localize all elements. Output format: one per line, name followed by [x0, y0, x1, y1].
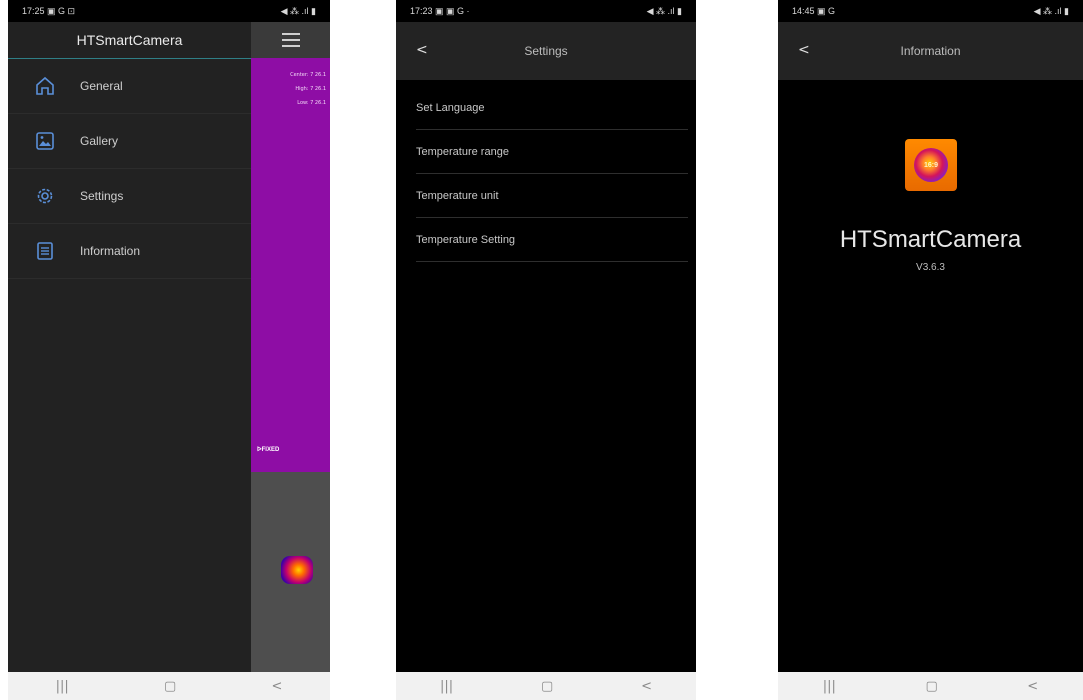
- settings-item-temperature-setting[interactable]: Temperature Setting: [416, 218, 688, 262]
- status-notification-icons: ▣ G ⊡: [47, 5, 76, 16]
- drawer-item-label: Settings: [80, 189, 124, 203]
- home-button[interactable]: ▢: [925, 679, 937, 694]
- back-button[interactable]: <: [641, 679, 652, 694]
- back-button[interactable]: <: [271, 679, 282, 694]
- drawer-item-information[interactable]: Information: [8, 224, 251, 279]
- status-time: 17:23: [410, 5, 433, 16]
- phone-information-screen: 14:45 ▣ G ◀ ⁂ .ıl ▮ < Information 16:9 H…: [778, 0, 1083, 700]
- page-title: Information: [900, 44, 961, 58]
- phone-drawer-screen: 17:25 ▣ G ⊡ ◀ ⁂ .ıl ▮ Center: 7 26.1 Hig…: [8, 0, 330, 700]
- recents-button[interactable]: |||: [440, 679, 453, 694]
- phone-settings-screen: 17:23 ▣ ▣ G · ◀ ⁂ .ıl ▮ < Settings Set L…: [396, 0, 696, 700]
- drawer-title: HTSmartCamera: [8, 22, 251, 59]
- background-toolbar: [251, 22, 330, 58]
- settings-list: Set Language Temperature range Temperatu…: [416, 86, 688, 262]
- info-icon: [34, 240, 56, 262]
- status-time: 17:25: [22, 5, 45, 16]
- back-arrow-icon[interactable]: <: [798, 42, 810, 58]
- status-bar: 17:23 ▣ ▣ G · ◀ ⁂ .ıl ▮: [396, 0, 696, 22]
- recents-button[interactable]: |||: [56, 679, 69, 694]
- status-bar: 14:45 ▣ G ◀ ⁂ .ıl ▮: [778, 0, 1083, 22]
- back-arrow-icon[interactable]: <: [416, 42, 428, 58]
- settings-item-temperature-unit[interactable]: Temperature unit: [416, 174, 688, 218]
- system-nav-bar: ||| ▢ <: [8, 672, 330, 700]
- thermal-preview: Center: 7 26.1 High: 7 26.1 Low: 7 26.1 …: [251, 58, 330, 472]
- home-button[interactable]: ▢: [164, 679, 176, 694]
- system-nav-bar: ||| ▢ <: [396, 672, 696, 700]
- status-time-group: 17:25 ▣ G ⊡: [22, 6, 75, 17]
- drawer-item-settings[interactable]: Settings: [8, 169, 251, 224]
- home-icon: [34, 75, 56, 97]
- status-time-group: 17:23 ▣ ▣ G ·: [410, 6, 470, 17]
- status-time: 14:45: [792, 5, 815, 16]
- drawer-item-gallery[interactable]: Gallery: [8, 114, 251, 169]
- center-temp-readout: Center: 7 26.1: [290, 72, 326, 78]
- drawer-item-label: General: [80, 79, 123, 93]
- high-temp-readout: High: 7 26.1: [295, 86, 326, 92]
- page-title: Settings: [524, 44, 568, 58]
- background-camera-view: Center: 7 26.1 High: 7 26.1 Low: 7 26.1 …: [251, 22, 330, 672]
- settings-app-bar: < Settings: [396, 22, 696, 80]
- drawer-item-general[interactable]: General: [8, 59, 251, 114]
- navigation-drawer: HTSmartCamera General Gallery Settings I…: [8, 22, 251, 672]
- back-button[interactable]: <: [1027, 679, 1038, 694]
- information-app-bar: < Information: [778, 22, 1083, 80]
- camera-lens-icon: 16:9: [914, 148, 948, 182]
- capture-thumbnail[interactable]: [281, 556, 313, 584]
- gear-icon: [34, 185, 56, 207]
- settings-item-language[interactable]: Set Language: [416, 86, 688, 130]
- system-nav-bar: ||| ▢ <: [778, 672, 1083, 700]
- home-button[interactable]: ▢: [541, 679, 553, 694]
- menu-icon[interactable]: [281, 33, 300, 47]
- settings-item-temperature-range[interactable]: Temperature range: [416, 130, 688, 174]
- low-temp-readout: Low: 7 26.1: [297, 100, 326, 106]
- recents-button[interactable]: |||: [823, 679, 836, 694]
- app-version: V3.6.3: [916, 262, 945, 273]
- drawer-item-label: Gallery: [80, 134, 119, 148]
- gallery-icon: [34, 130, 56, 152]
- status-system-icons: ◀ ⁂ .ıl ▮: [1033, 5, 1069, 16]
- app-logo: 16:9: [905, 139, 957, 191]
- status-notification-icons: ▣ ▣ G ·: [435, 5, 470, 16]
- status-bar: 17:25 ▣ G ⊡ ◀ ⁂ .ıl ▮: [8, 0, 330, 22]
- drawer-item-label: Information: [80, 244, 141, 258]
- status-system-icons: ◀ ⁂ .ıl ▮: [280, 5, 316, 16]
- fixed-label: ᐅFIXED: [257, 447, 280, 453]
- status-notification-icons: ▣ G: [817, 5, 836, 16]
- status-system-icons: ◀ ⁂ .ıl ▮: [646, 5, 682, 16]
- app-name: HTSmartCamera: [839, 226, 1022, 253]
- status-time-group: 14:45 ▣ G: [792, 6, 835, 17]
